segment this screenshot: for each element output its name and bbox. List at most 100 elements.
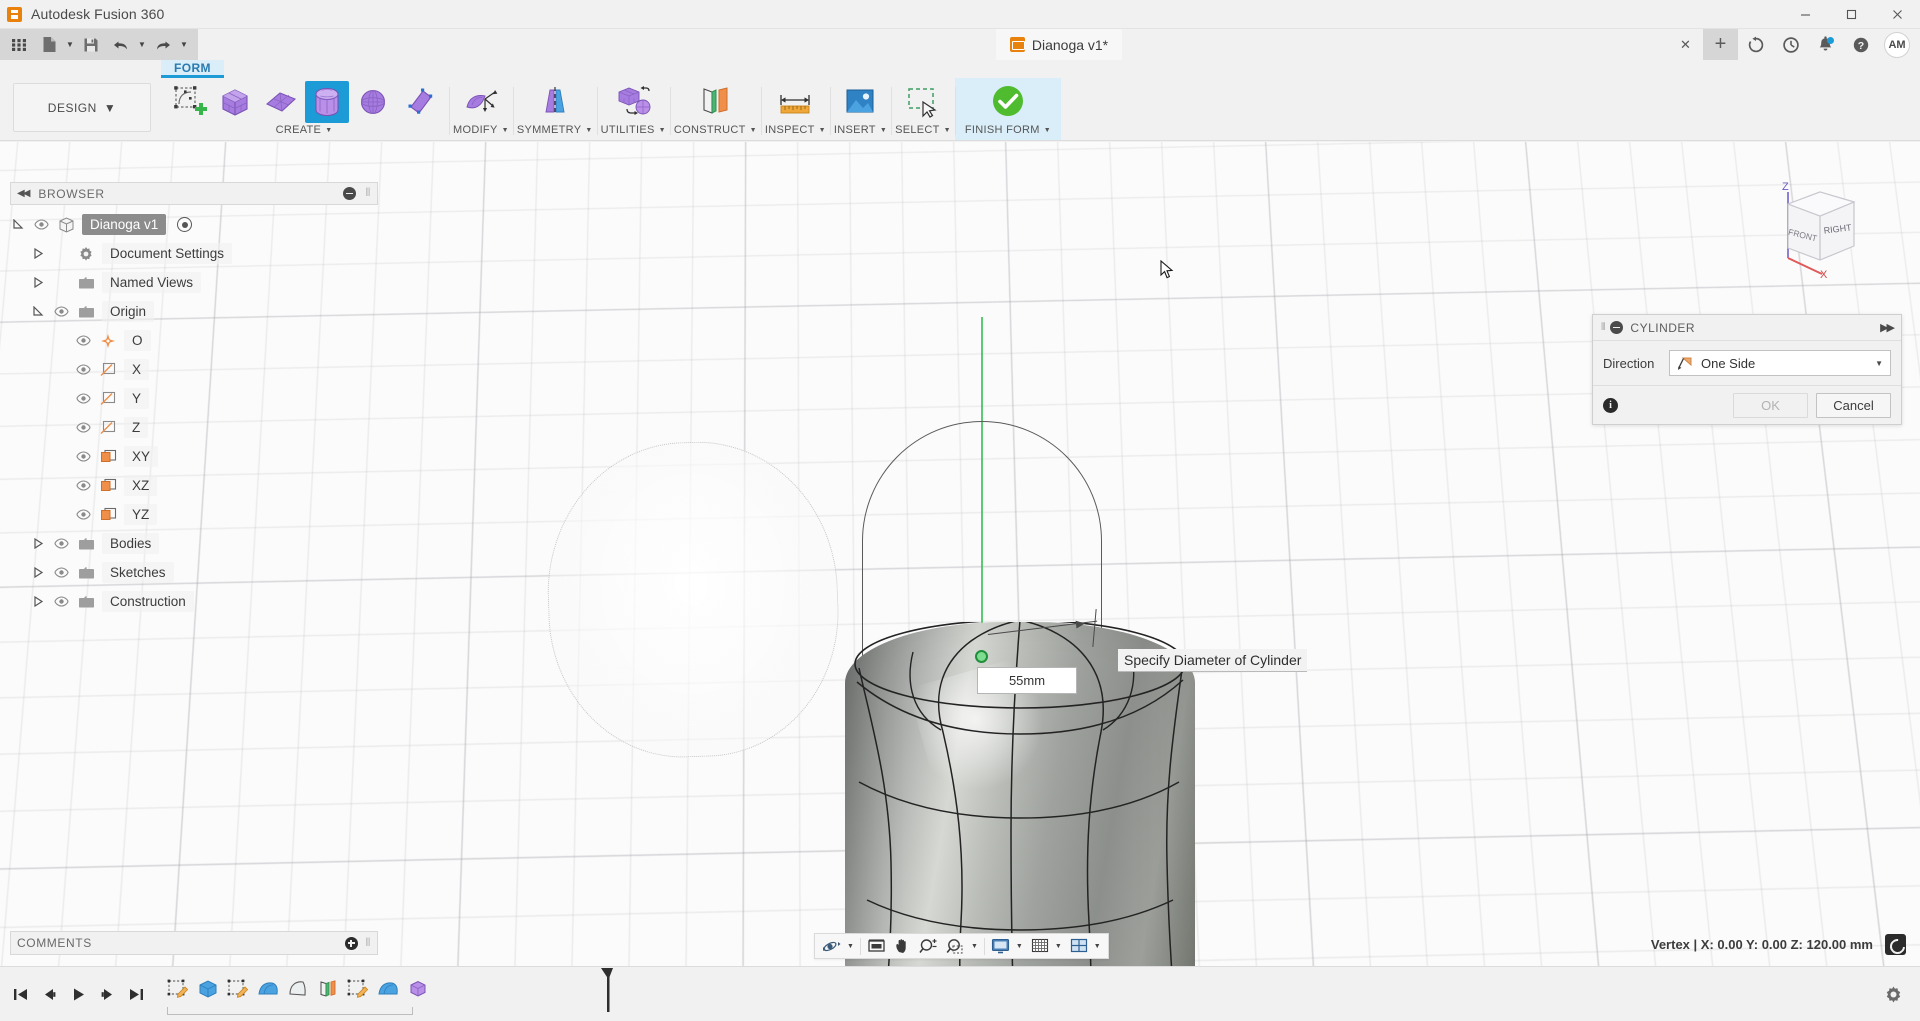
direction-select[interactable]: One Side ▼ bbox=[1669, 350, 1891, 376]
ribbon-group-label-symmetry[interactable]: SYMMETRY ▼ bbox=[517, 124, 593, 140]
view-cube[interactable]: Z X FRONT RIGHT bbox=[1762, 170, 1872, 280]
workspace-selector[interactable]: DESIGN ▼ bbox=[13, 83, 151, 132]
cancel-button[interactable]: Cancel bbox=[1816, 393, 1891, 418]
collapse-triangle-icon[interactable] bbox=[30, 536, 46, 552]
minimize-button[interactable] bbox=[1782, 0, 1828, 29]
undo-icon[interactable] bbox=[106, 32, 136, 58]
timeline-feature-sketch[interactable] bbox=[163, 973, 193, 1005]
browser-item-document-settings[interactable]: Document Settings bbox=[30, 239, 378, 268]
ribbon-group-label-utilities[interactable]: UTILITIES ▼ bbox=[601, 124, 666, 140]
visibility-eye-icon[interactable] bbox=[52, 304, 70, 320]
visibility-eye-icon[interactable] bbox=[74, 420, 92, 436]
zoom-window-caret-icon[interactable]: ▼ bbox=[969, 934, 982, 958]
play-icon[interactable] bbox=[64, 977, 93, 1011]
maximize-button[interactable] bbox=[1828, 0, 1874, 29]
edit-form-icon[interactable] bbox=[459, 81, 503, 123]
activate-component-radio[interactable] bbox=[177, 217, 192, 232]
tab-form[interactable]: FORM bbox=[161, 60, 224, 78]
save-icon[interactable] bbox=[76, 32, 106, 58]
browser-item-xz[interactable]: XZ bbox=[52, 471, 378, 500]
timeline-feature-sketch-2[interactable] bbox=[223, 973, 253, 1005]
step-back-icon[interactable] bbox=[35, 977, 64, 1011]
minus-circle-icon[interactable] bbox=[1610, 321, 1623, 334]
visibility-eye-icon[interactable] bbox=[74, 333, 92, 349]
select-window-icon[interactable] bbox=[901, 81, 945, 123]
ribbon-group-label-finish-form[interactable]: FINISH FORM ▼ bbox=[965, 124, 1051, 140]
visibility-eye-icon[interactable] bbox=[52, 536, 70, 552]
orbit-caret-icon[interactable]: ▼ bbox=[845, 934, 858, 958]
undo-caret-icon[interactable]: ▼ bbox=[136, 32, 148, 58]
quadball-icon[interactable] bbox=[397, 81, 441, 123]
browser-item-y[interactable]: Y bbox=[52, 384, 378, 413]
orbit-icon[interactable] bbox=[818, 934, 845, 958]
repair-body-icon[interactable] bbox=[611, 81, 655, 123]
expand-right-icon[interactable]: ▶▶ bbox=[1880, 321, 1893, 334]
zoom-icon[interactable] bbox=[915, 934, 942, 958]
skip-end-icon[interactable] bbox=[122, 977, 151, 1011]
timeline-feature-sketch-3[interactable] bbox=[343, 973, 373, 1005]
ribbon-group-label-construct[interactable]: CONSTRUCT ▼ bbox=[674, 124, 757, 140]
redo-icon[interactable] bbox=[148, 32, 178, 58]
dialog-title-bar[interactable]: ⦀ CYLINDER ▶▶ bbox=[1593, 315, 1901, 341]
skip-start-icon[interactable] bbox=[6, 977, 35, 1011]
collapse-triangle-icon[interactable] bbox=[30, 275, 46, 291]
create-form-icon[interactable] bbox=[167, 81, 211, 123]
visibility-eye-icon[interactable] bbox=[74, 391, 92, 407]
pan-icon[interactable] bbox=[890, 934, 915, 958]
clock-history-icon[interactable] bbox=[1773, 29, 1808, 60]
document-tab[interactable]: Dianoga v1* bbox=[996, 29, 1122, 60]
finish-form-check-icon[interactable] bbox=[986, 81, 1030, 123]
grip-icon[interactable]: ⦀ bbox=[1601, 322, 1603, 333]
grid-apps-icon[interactable] bbox=[4, 32, 34, 58]
browser-item-x[interactable]: X bbox=[52, 355, 378, 384]
browser-item-yz[interactable]: YZ bbox=[52, 500, 378, 529]
plane-icon[interactable] bbox=[259, 81, 303, 123]
timeline-feature-form[interactable] bbox=[253, 973, 283, 1005]
offset-plane-icon[interactable] bbox=[693, 81, 737, 123]
collapse-left-icon[interactable]: ◀◀ bbox=[17, 188, 28, 199]
browser-item-origin[interactable]: Origin bbox=[30, 297, 378, 326]
display-settings-caret-icon[interactable]: ▼ bbox=[1014, 934, 1027, 958]
collapse-triangle-icon[interactable] bbox=[30, 565, 46, 581]
insert-canvas-icon[interactable] bbox=[838, 81, 882, 123]
new-tab-button[interactable]: + bbox=[1703, 29, 1738, 60]
timeline-feature-extrude[interactable] bbox=[193, 973, 223, 1005]
visibility-eye-icon[interactable] bbox=[52, 565, 70, 581]
visibility-eye-icon[interactable] bbox=[74, 362, 92, 378]
timeline-marker-icon[interactable] bbox=[600, 967, 612, 1011]
browser-item-sketches[interactable]: Sketches bbox=[30, 558, 378, 587]
ribbon-group-label-insert[interactable]: INSERT ▼ bbox=[834, 124, 887, 140]
browser-item-xy[interactable]: XY bbox=[52, 442, 378, 471]
ribbon-group-label-select[interactable]: SELECT ▼ bbox=[895, 124, 951, 140]
ribbon-group-label-inspect[interactable]: INSPECT ▼ bbox=[765, 124, 826, 140]
timeline-feature-form-2[interactable] bbox=[373, 973, 403, 1005]
grip-icon[interactable]: ⦀ bbox=[366, 937, 371, 950]
browser-item-bodies[interactable]: Bodies bbox=[30, 529, 378, 558]
ok-button[interactable]: OK bbox=[1733, 393, 1808, 418]
timeline-feature-plane[interactable] bbox=[313, 973, 343, 1005]
ribbon-group-label-create[interactable]: CREATE ▼ bbox=[276, 124, 333, 140]
viewport-layout-icon[interactable] bbox=[1066, 934, 1092, 958]
visibility-eye-icon[interactable] bbox=[74, 449, 92, 465]
visibility-eye-icon[interactable] bbox=[74, 478, 92, 494]
bell-icon[interactable] bbox=[1808, 29, 1843, 60]
sphere-icon[interactable] bbox=[351, 81, 395, 123]
collapse-triangle-icon[interactable] bbox=[30, 246, 46, 262]
info-icon[interactable]: i bbox=[1603, 398, 1618, 413]
visibility-eye-icon[interactable] bbox=[52, 594, 70, 610]
new-document-icon[interactable] bbox=[34, 32, 64, 58]
viewport-layout-caret-icon[interactable]: ▼ bbox=[1092, 934, 1105, 958]
timeline-feature-create-form[interactable] bbox=[403, 973, 433, 1005]
new-document-caret-icon[interactable]: ▼ bbox=[64, 32, 76, 58]
plus-circle-icon[interactable] bbox=[345, 937, 358, 950]
timeline-settings-icon[interactable] bbox=[1879, 977, 1908, 1011]
step-forward-icon[interactable] bbox=[93, 977, 122, 1011]
close-document-button[interactable]: ✕ bbox=[1668, 29, 1703, 60]
browser-item-z[interactable]: Z bbox=[52, 413, 378, 442]
diameter-input[interactable]: 55mm bbox=[977, 667, 1077, 694]
grid-snaps-icon[interactable] bbox=[1027, 934, 1053, 958]
grid-snaps-caret-icon[interactable]: ▼ bbox=[1053, 934, 1066, 958]
browser-item-named-views[interactable]: Named Views bbox=[30, 268, 378, 297]
avatar[interactable]: AM bbox=[1884, 32, 1910, 58]
browser-item-dianoga-v1[interactable]: Dianoga v1 bbox=[10, 210, 378, 239]
